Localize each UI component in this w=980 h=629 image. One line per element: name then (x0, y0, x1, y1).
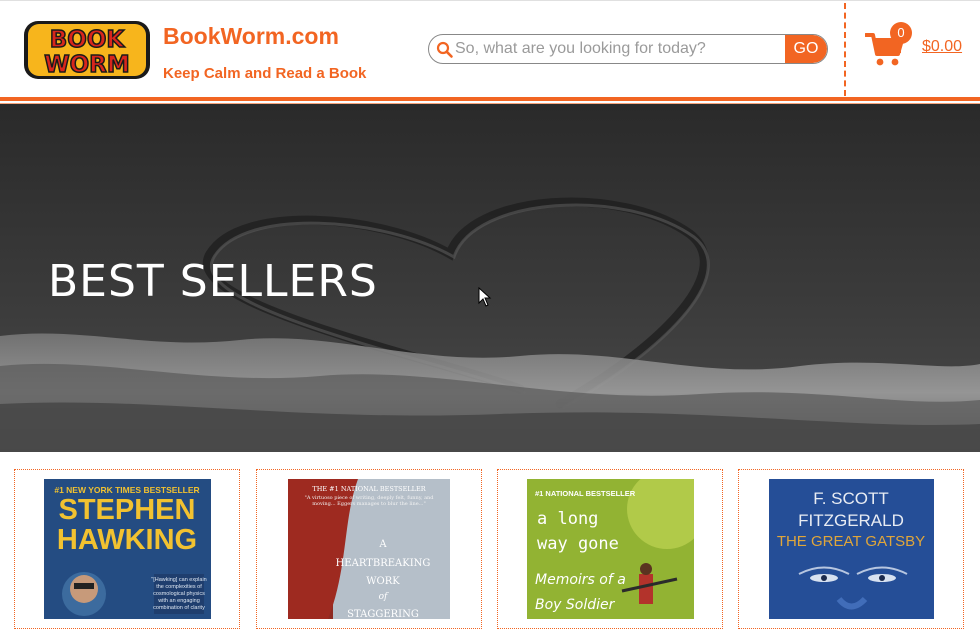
product-card[interactable]: #1 NEW YORK TIMES BESTSELLER STEPHEN HAW… (14, 469, 240, 629)
book-cover-image[interactable]: THE #1 NATIONAL BESTSELLER "A virtuoso p… (288, 479, 450, 619)
svg-text:THE GREAT GATSBY: THE GREAT GATSBY (777, 533, 925, 550)
svg-text:FITZGERALD: FITZGERALD (798, 511, 904, 530)
svg-text:cosmological physics: cosmological physics (153, 591, 205, 597)
search-input[interactable] (453, 35, 789, 63)
book-cover-image[interactable]: #1 NATIONAL BESTSELLER a long way gone M… (527, 479, 694, 619)
book-top-text: #1 NATIONAL BESTSELLER (535, 489, 636, 498)
book-cover-image[interactable]: F. SCOTT FITZGERALD THE GREAT GATSBY (769, 479, 934, 619)
tagline: Keep Calm and Read a Book (163, 65, 367, 82)
svg-text:with an engaging: with an engaging (157, 598, 200, 604)
logo-text-book: BOOK (50, 27, 126, 53)
site-name[interactable]: BookWorm.com (163, 23, 339, 50)
svg-text:HAWKING: HAWKING (57, 524, 197, 556)
svg-text:STEPHEN: STEPHEN (59, 494, 196, 526)
svg-text:the complexities of: the complexities of (156, 584, 202, 590)
mouse-cursor-icon (478, 287, 492, 307)
go-button[interactable]: GO (785, 35, 827, 63)
header-divider (844, 3, 846, 96)
search-bar: GO (428, 34, 828, 64)
cart-count-badge: 0 (890, 22, 912, 44)
svg-text:a long: a long (537, 509, 598, 529)
product-card[interactable]: THE #1 NATIONAL BESTSELLER "A virtuoso p… (256, 469, 482, 629)
svg-text:Boy Soldier: Boy Soldier (535, 597, 616, 613)
svg-text:moving... Eggers manages to bl: moving... Eggers manages to blur the lin… (312, 501, 426, 507)
svg-text:F. SCOTT: F. SCOTT (813, 489, 889, 508)
svg-text:combination of clarity: combination of clarity (153, 605, 205, 611)
svg-text:Memoirs of a: Memoirs of a (535, 572, 626, 588)
bookworm-logo[interactable]: BOOK WORM (22, 19, 152, 81)
hero-title: BEST SELLERS (48, 256, 378, 307)
svg-text:way gone: way gone (537, 534, 619, 554)
svg-text:HEARTBREAKING: HEARTBREAKING (336, 558, 431, 569)
svg-text:"[Hawking] can explain: "[Hawking] can explain (151, 577, 206, 583)
logo-text-worm: WORM (44, 52, 130, 78)
cart-total-link[interactable]: $0.00 (922, 38, 962, 56)
product-card[interactable]: F. SCOTT FITZGERALD THE GREAT GATSBY (738, 469, 964, 629)
site-header: BOOK WORM BookWorm.com Keep Calm and Rea… (0, 0, 980, 97)
header-rule (0, 97, 980, 101)
product-card[interactable]: #1 NATIONAL BESTSELLER a long way gone M… (497, 469, 723, 629)
svg-text:STAGGERING: STAGGERING (347, 609, 419, 619)
book-top-text: THE #1 NATIONAL BESTSELLER (312, 485, 426, 493)
book-cover-image[interactable]: #1 NEW YORK TIMES BESTSELLER STEPHEN HAW… (44, 479, 211, 619)
search-icon (436, 41, 453, 58)
hero-banner: BEST SELLERS (0, 104, 980, 452)
svg-text:A: A (378, 539, 387, 550)
svg-text:WORK: WORK (366, 576, 400, 587)
